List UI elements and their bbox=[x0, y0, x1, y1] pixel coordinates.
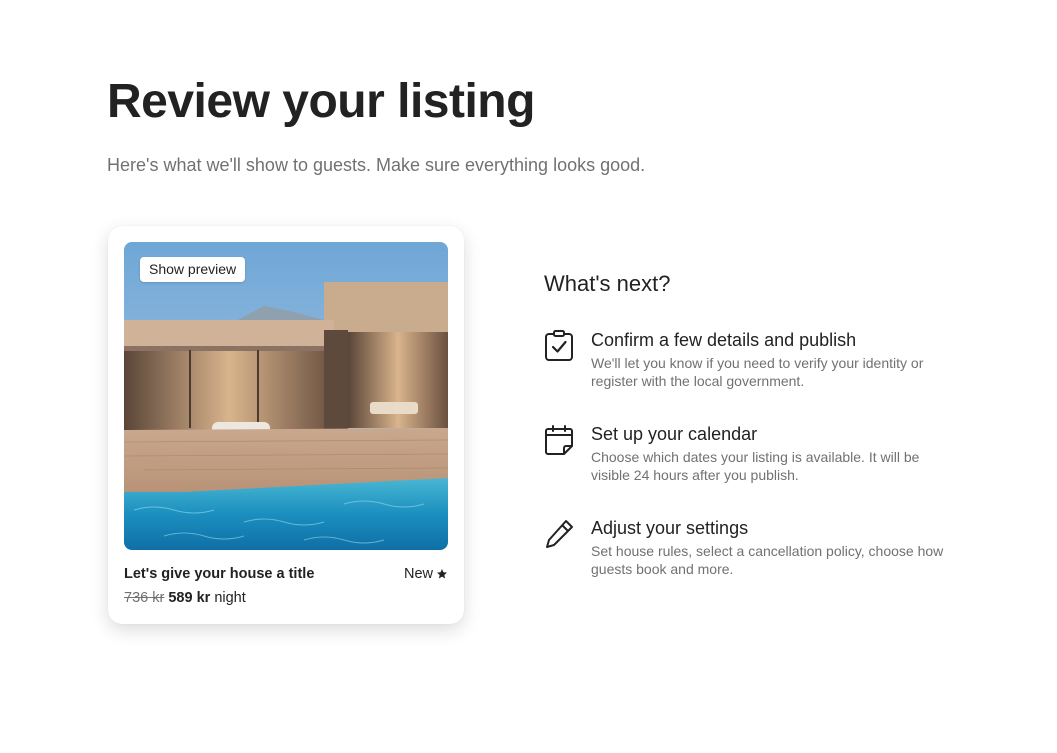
step-confirm-details-text: Confirm a few details and publish We'll … bbox=[591, 328, 951, 390]
calendar-icon bbox=[545, 425, 573, 455]
rating-label: New bbox=[403, 566, 433, 582]
step-title: Set up your calendar bbox=[591, 424, 758, 444]
price-unit: night bbox=[214, 590, 246, 606]
whats-next-section: What's next? Confirm a few details and p… bbox=[544, 270, 964, 577]
listing-price: 736 kr 589 kr night bbox=[124, 590, 246, 606]
review-listing-page: Review your listing Here's what we'll sh… bbox=[0, 0, 1057, 753]
listing-rating: New bbox=[404, 566, 448, 582]
page-subtitle: Here's what we'll show to guests. Make s… bbox=[107, 155, 646, 175]
step-set-calendar-text: Set up your calendar Choose which dates … bbox=[591, 422, 951, 484]
whats-next-title: What's next? bbox=[544, 271, 671, 296]
listing-title: Let's give your house a title bbox=[124, 566, 315, 582]
discounted-price: 589 kr bbox=[168, 590, 211, 606]
star-icon bbox=[437, 569, 447, 579]
page-title: Review your listing bbox=[107, 75, 535, 128]
listing-photo[interactable]: Show preview bbox=[124, 242, 448, 550]
listing-preview-card[interactable]: Show preview Let's give your house a tit… bbox=[108, 226, 464, 624]
step-description: Choose which dates your listing is avail… bbox=[591, 449, 920, 483]
step-description: We'll let you know if you need to verify… bbox=[591, 355, 924, 389]
step-adjust-settings-text: Adjust your settings Set house rules, se… bbox=[591, 516, 951, 578]
step-title: Adjust your settings bbox=[591, 518, 749, 538]
step-title: Confirm a few details and publish bbox=[591, 330, 857, 350]
show-preview-button[interactable]: Show preview bbox=[140, 257, 246, 282]
listing-photo-image bbox=[124, 242, 448, 550]
original-price: 736 kr bbox=[124, 590, 165, 606]
clipboard-check-icon bbox=[545, 330, 573, 361]
step-description: Set house rules, select a cancellation p… bbox=[591, 543, 944, 577]
pencil-icon bbox=[546, 520, 573, 548]
